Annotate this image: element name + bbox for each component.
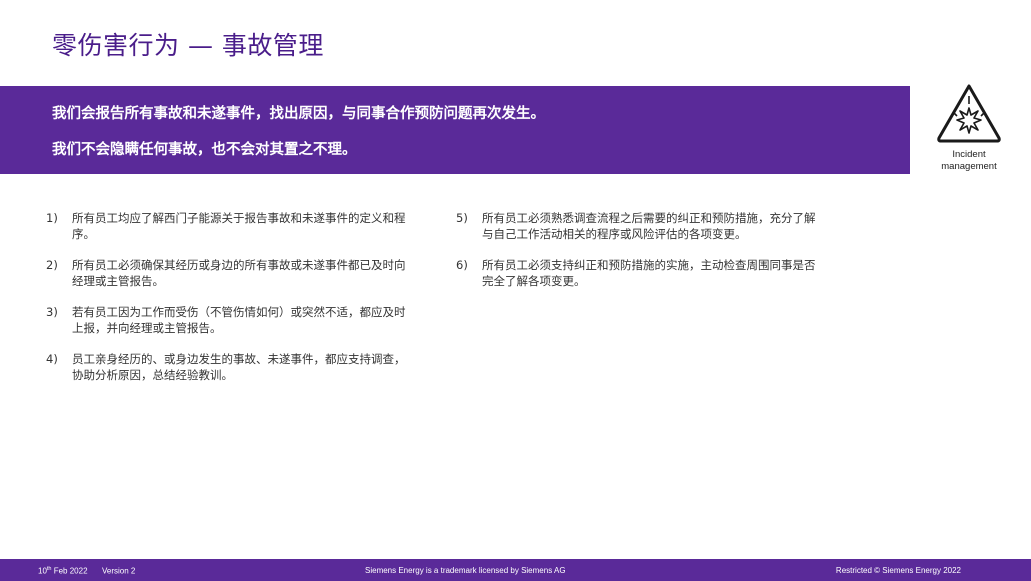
list-item-text: 所有员工均应了解西门子能源关于报告事故和未遂事件的定义和程序。 [72,211,406,241]
list-item-text: 员工亲身经历的、或身边发生的事故、未遂事件，都应支持调查，协助分析原因，总结经验… [72,352,406,382]
list-item-text: 所有员工必须支持纠正和预防措施的实施，主动检查周围同事是否完全了解各项变更。 [482,258,816,288]
left-column-list: 1) 所有员工均应了解西门子能源关于报告事故和未遂事件的定义和程序。 2) 所有… [46,210,406,398]
footer-restricted: Restricted © Siemens Energy 2022 [835,566,961,575]
incident-management-label: Incident management [929,149,1009,173]
list-item: 2) 所有员工必须确保其经历或身边的所有事故或未遂事件都已及时向经理或主管报告。 [46,257,406,289]
footer-date-day: 10 [38,566,47,576]
footer-version: Version 2 [102,566,136,576]
headline-banner: 我们会报告所有事故和未遂事件，找出原因，与同事合作预防问题再次发生。 我们不会隐… [0,86,910,174]
list-item: 1) 所有员工均应了解西门子能源关于报告事故和未遂事件的定义和程序。 [46,210,406,242]
list-item-number: 1) [46,211,58,225]
list-item-text: 所有员工必须确保其经历或身边的所有事故或未遂事件都已及时向经理或主管报告。 [72,258,406,288]
incident-warning-icon [937,84,1001,143]
slide-title: 零伤害行为 — 事故管理 [52,31,324,60]
incident-label-line-1: Incident [952,149,986,160]
footer-date-version: 10th Feb 2022 Version 2 [38,566,135,576]
incident-label-line-2: management [941,161,997,172]
footer-trademark: Siemens Energy is a trademark licensed b… [365,566,566,575]
incident-management-badge: Incident management [929,82,1009,173]
slide: 零伤害行为 — 事故管理 我们会报告所有事故和未遂事件，找出原因，与同事合作预防… [0,0,1031,581]
footer-date-rest: Feb 2022 [51,566,88,576]
footer-bar: 10th Feb 2022 Version 2 Siemens Energy i… [0,559,1031,581]
banner-line-2: 我们不会隐瞒任何事故，也不会对其置之不理。 [52,142,357,158]
list-item: 6) 所有员工必须支持纠正和预防措施的实施，主动检查周围同事是否完全了解各项变更… [456,257,826,289]
list-item-number: 5) [456,211,468,225]
right-column-list: 5) 所有员工必须熟悉调查流程之后需要的纠正和预防措施，充分了解与自己工作活动相… [456,210,826,304]
list-item-text: 若有员工因为工作而受伤（不管伤情如何）或突然不适，都应及时上报，并向经理或主管报… [72,305,406,335]
list-item: 4) 员工亲身经历的、或身边发生的事故、未遂事件，都应支持调查，协助分析原因，总… [46,351,406,383]
list-item-number: 3) [46,305,58,319]
list-item: 5) 所有员工必须熟悉调查流程之后需要的纠正和预防措施，充分了解与自己工作活动相… [456,210,826,242]
list-item-number: 4) [46,352,58,366]
list-item-number: 2) [46,258,58,272]
banner-line-1: 我们会报告所有事故和未遂事件，找出原因，与同事合作预防问题再次发生。 [52,106,545,122]
list-item: 3) 若有员工因为工作而受伤（不管伤情如何）或突然不适，都应及时上报，并向经理或… [46,304,406,336]
list-item-text: 所有员工必须熟悉调查流程之后需要的纠正和预防措施，充分了解与自己工作活动相关的程… [482,211,816,241]
list-item-number: 6) [456,258,468,272]
